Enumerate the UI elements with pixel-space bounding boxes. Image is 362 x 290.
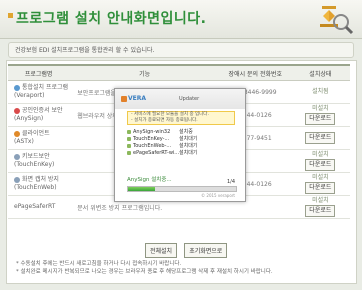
package-icon: [127, 143, 131, 148]
install-status: 미설치: [312, 151, 329, 158]
package-icon: [127, 136, 131, 141]
footnote-line: * 설치완료 메시지가 반복되므로 나오는 경우는 브라우저 종료 후 해당프로…: [16, 269, 273, 275]
download-button[interactable]: 다운로드: [305, 132, 336, 144]
download-magnifier-icon: [320, 6, 354, 35]
table-header-row: 프로그램명 기능 장애시 문의 전화번호 설치상태: [8, 64, 350, 81]
program-name: 공인인증서 보안(AnySign): [8, 103, 70, 127]
install-all-button[interactable]: 전체설치: [145, 243, 178, 258]
program-name: 화면 캡처 방지 (TouchEnWeb): [8, 172, 70, 196]
col-header-status: 설치상태: [290, 64, 350, 81]
title-band: 프로그램 설치 안내화면입니다.: [0, 0, 362, 39]
install-status: 설치됨: [290, 80, 350, 104]
col-header-phone: 장애시 문의 전화번호: [219, 64, 291, 81]
back-to-start-button[interactable]: 초기화면으로: [184, 243, 228, 258]
install-status: 미설치: [312, 174, 329, 181]
updater-dialog: VERA Updater - 서비스에 필요한 모듈을 설치 중 입니다. - …: [114, 88, 246, 202]
updater-status: AnySign 설치중...: [127, 177, 172, 183]
package-icon: [127, 150, 131, 155]
anysign-icon: [14, 107, 20, 114]
page-title: 프로그램 설치 안내화면입니다.: [16, 11, 207, 27]
progress-fill: [128, 187, 155, 191]
notice-text: 건강보험 EDI 설치프로그램을 통합관리 할 수 있습니다.: [15, 47, 155, 54]
package-icon: [127, 129, 131, 134]
install-status: 미설치: [312, 197, 329, 204]
astx-icon: [14, 130, 20, 137]
download-button[interactable]: 다운로드: [305, 205, 336, 217]
veraport-logo: VERA: [121, 95, 146, 102]
program-name: ePageSaferRT: [8, 195, 70, 219]
progress-bar: [127, 186, 237, 192]
program-name: 클라이언트(ASTx): [8, 126, 70, 150]
program-name: 통합설치 프로그램 (Veraport): [8, 80, 70, 104]
veraport-icon: [14, 84, 20, 91]
capture-block-icon: [14, 176, 20, 183]
download-button[interactable]: 다운로드: [305, 159, 336, 171]
program-name: 키보드보안 (TouchEnKey): [8, 149, 70, 173]
title-bullet-icon: [8, 13, 13, 18]
list-item: AnySign-win32 설치중: [127, 129, 235, 136]
action-buttons: 전체설치 초기화면으로: [145, 238, 229, 258]
updater-header: VERA Updater: [115, 89, 245, 109]
updater-message: - 서비스에 필요한 모듈을 설치 중 입니다. - 설치가 종료되면 자동 종…: [127, 111, 235, 125]
list-item: TouchEnKey-... 설치대기: [127, 136, 235, 143]
keyboard-security-icon: [14, 153, 20, 160]
download-button[interactable]: 다운로드: [305, 182, 336, 194]
col-header-name: 프로그램명: [8, 64, 70, 81]
footnote-line: * 수동설치 후에는 반드시 새로고침을 하거나 다시 접속하시기 바랍니다.: [16, 261, 182, 267]
col-header-function: 기능: [69, 64, 220, 81]
download-button[interactable]: 다운로드: [305, 113, 336, 125]
install-cell: 미설치 다운로드: [290, 103, 350, 127]
list-item: TouchEnWeb-... 설치대기: [127, 143, 235, 150]
updater-count: 1/4: [226, 179, 235, 185]
updater-subtitle: Updater: [179, 96, 200, 102]
updater-footer: © 2015 veraport: [201, 193, 235, 198]
notice-bar: 건강보험 EDI 설치프로그램을 통합관리 할 수 있습니다.: [8, 42, 354, 58]
install-status: 미설치: [312, 105, 329, 112]
install-cell: 미설치 다운로드: [290, 172, 350, 196]
install-cell: 미설치 다운로드: [290, 149, 350, 173]
footnotes: * 수동설치 후에는 반드시 새로고침을 하거나 다시 접속하시기 바랍니다. …: [16, 260, 273, 276]
install-queue: AnySign-win32 설치중 TouchEnKey-... 설치대기 Touc…: [127, 129, 235, 157]
list-item: ePageSaferRT-wi... 설치대기: [127, 150, 235, 157]
install-cell: 다운로드: [290, 126, 350, 150]
vera-logo-icon: [121, 95, 127, 102]
install-cell: 미설치 다운로드: [290, 195, 350, 219]
